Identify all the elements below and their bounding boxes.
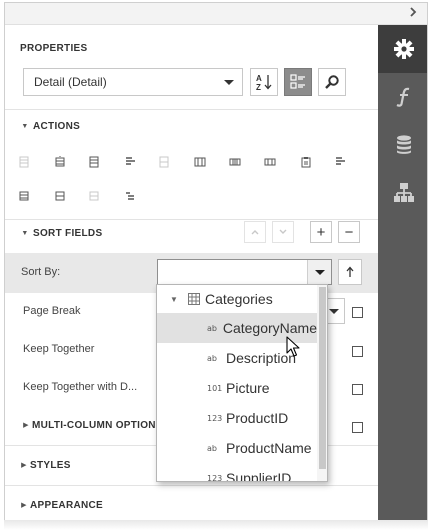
sort-order-button[interactable] (338, 259, 362, 285)
page-break-checkbox[interactable] (352, 307, 363, 318)
page-break-label: Page Break (23, 305, 81, 317)
chevron-down-icon (329, 309, 339, 314)
action-align-right-icon[interactable] (334, 156, 346, 168)
categorized-view-icon (290, 74, 305, 89)
action-clipboard-icon[interactable] (300, 156, 312, 168)
tab-field-list[interactable] (378, 121, 427, 169)
search-button[interactable] (318, 68, 346, 96)
caret-down-icon: ▼ (170, 294, 178, 304)
tab-report-explorer[interactable] (378, 169, 427, 217)
database-icon (396, 135, 411, 154)
arrow-up-icon (346, 266, 354, 277)
panel-top-bar (5, 3, 427, 25)
panel-shadow (4, 520, 428, 530)
gear-icon (393, 39, 414, 59)
action-insert-below-icon[interactable] (54, 190, 66, 202)
list-item[interactable]: 123 SupplierID (157, 463, 317, 482)
field-type-icon: ab (207, 443, 217, 453)
field-type-icon: 123 (207, 413, 223, 423)
keep-together-with-detail-label: Keep Together with D... (23, 381, 138, 393)
collapse-panel-button[interactable] (405, 5, 421, 21)
action-insert-band-icon[interactable] (54, 156, 66, 168)
move-up-button[interactable] (244, 221, 266, 243)
tree-node-categories[interactable]: ▼ Categories (157, 287, 317, 311)
object-selector-value: Detail (Detail) (34, 75, 107, 89)
function-icon (396, 87, 409, 107)
caret-right-icon: ▶ (23, 422, 29, 429)
chevron-up-icon (251, 230, 259, 235)
sort-by-label: Sort By: (21, 266, 61, 278)
action-align-left-icon[interactable] (124, 156, 136, 168)
field-type-icon: 123 (207, 473, 223, 482)
field-label: ProductID (226, 410, 289, 426)
action-columns-icon[interactable] (229, 156, 241, 168)
categorized-view-button[interactable] (284, 68, 312, 96)
field-list-dropdown: ▼ Categories ab CategoryName ab Description… (156, 284, 328, 482)
add-sort-field-button[interactable]: + (310, 221, 332, 243)
keep-together-checkbox[interactable] (352, 346, 363, 357)
action-band-inactive-icon[interactable] (88, 190, 100, 202)
keep-together-label: Keep Together (23, 343, 95, 355)
keep-together-with-detail-checkbox[interactable] (352, 384, 363, 395)
search-icon (325, 75, 339, 89)
hierarchy-icon (393, 183, 414, 202)
sort-by-combobox[interactable] (157, 259, 332, 285)
list-item[interactable]: ab ProductName (157, 433, 317, 463)
caret-right-icon: ▶ (21, 462, 27, 469)
sort-alphabetical-button[interactable]: A Z (250, 68, 278, 96)
action-insert-above-icon[interactable] (18, 190, 30, 202)
dropdown-scrollbar[interactable] (317, 285, 327, 481)
svg-text:A: A (256, 74, 262, 83)
section-title-styles: STYLES (30, 459, 71, 471)
action-indent-icon[interactable] (124, 190, 136, 202)
remove-sort-field-button[interactable]: − (338, 221, 360, 243)
caret-down-icon: ▼ (21, 229, 29, 237)
object-selector[interactable]: Detail (Detail) (23, 68, 243, 96)
multi-column-checkbox[interactable] (352, 422, 363, 433)
section-title-multi-column: MULTI-COLUMN OPTION (32, 419, 156, 431)
dropdown-scrollbar-thumb[interactable] (319, 287, 326, 469)
field-type-icon: ab (207, 353, 217, 363)
right-tab-bar (378, 25, 427, 521)
section-title-appearance: APPEARANCE (30, 499, 104, 511)
list-item[interactable]: 101 Picture (157, 373, 317, 403)
divider (5, 485, 378, 486)
chevron-down-icon (279, 229, 287, 234)
sort-alphabetical-icon: A Z (256, 74, 272, 91)
action-table-icon[interactable] (194, 156, 206, 168)
action-row-icon[interactable] (264, 156, 276, 168)
tab-properties[interactable] (378, 25, 427, 73)
actions-section-header[interactable]: ▼ ACTIONS (5, 111, 378, 141)
properties-title: PROPERTIES (20, 43, 88, 54)
field-label: SupplierID (226, 470, 292, 482)
sort-by-dropdown-button[interactable] (307, 260, 331, 284)
action-grid-icon[interactable] (18, 156, 30, 168)
section-title-actions: ACTIONS (33, 120, 81, 132)
action-add-band-icon[interactable] (88, 156, 100, 168)
chevron-right-icon (410, 7, 417, 17)
caret-right-icon: ▶ (21, 502, 27, 509)
caret-down-icon: ▼ (21, 122, 29, 130)
field-type-icon: ab (207, 323, 217, 333)
divider (5, 109, 378, 110)
field-type-icon: 101 (207, 383, 223, 393)
chevron-down-icon (224, 80, 234, 85)
tab-expressions[interactable] (378, 73, 427, 121)
list-item[interactable]: 123 ProductID (157, 403, 317, 433)
field-label: ProductName (226, 440, 312, 456)
action-band-disabled-icon[interactable] (158, 156, 170, 168)
svg-text:Z: Z (256, 83, 261, 91)
move-down-button[interactable] (272, 221, 294, 243)
table-icon (188, 293, 200, 305)
field-label: Picture (226, 380, 270, 396)
appearance-section-header[interactable]: ▶ APPEARANCE (5, 490, 378, 520)
tree-node-label: Categories (205, 291, 273, 307)
mouse-cursor-icon (286, 336, 300, 357)
field-label: CategoryName (222, 320, 317, 336)
section-title-sort-fields: SORT FIELDS (33, 227, 103, 239)
chevron-down-icon (315, 270, 325, 275)
